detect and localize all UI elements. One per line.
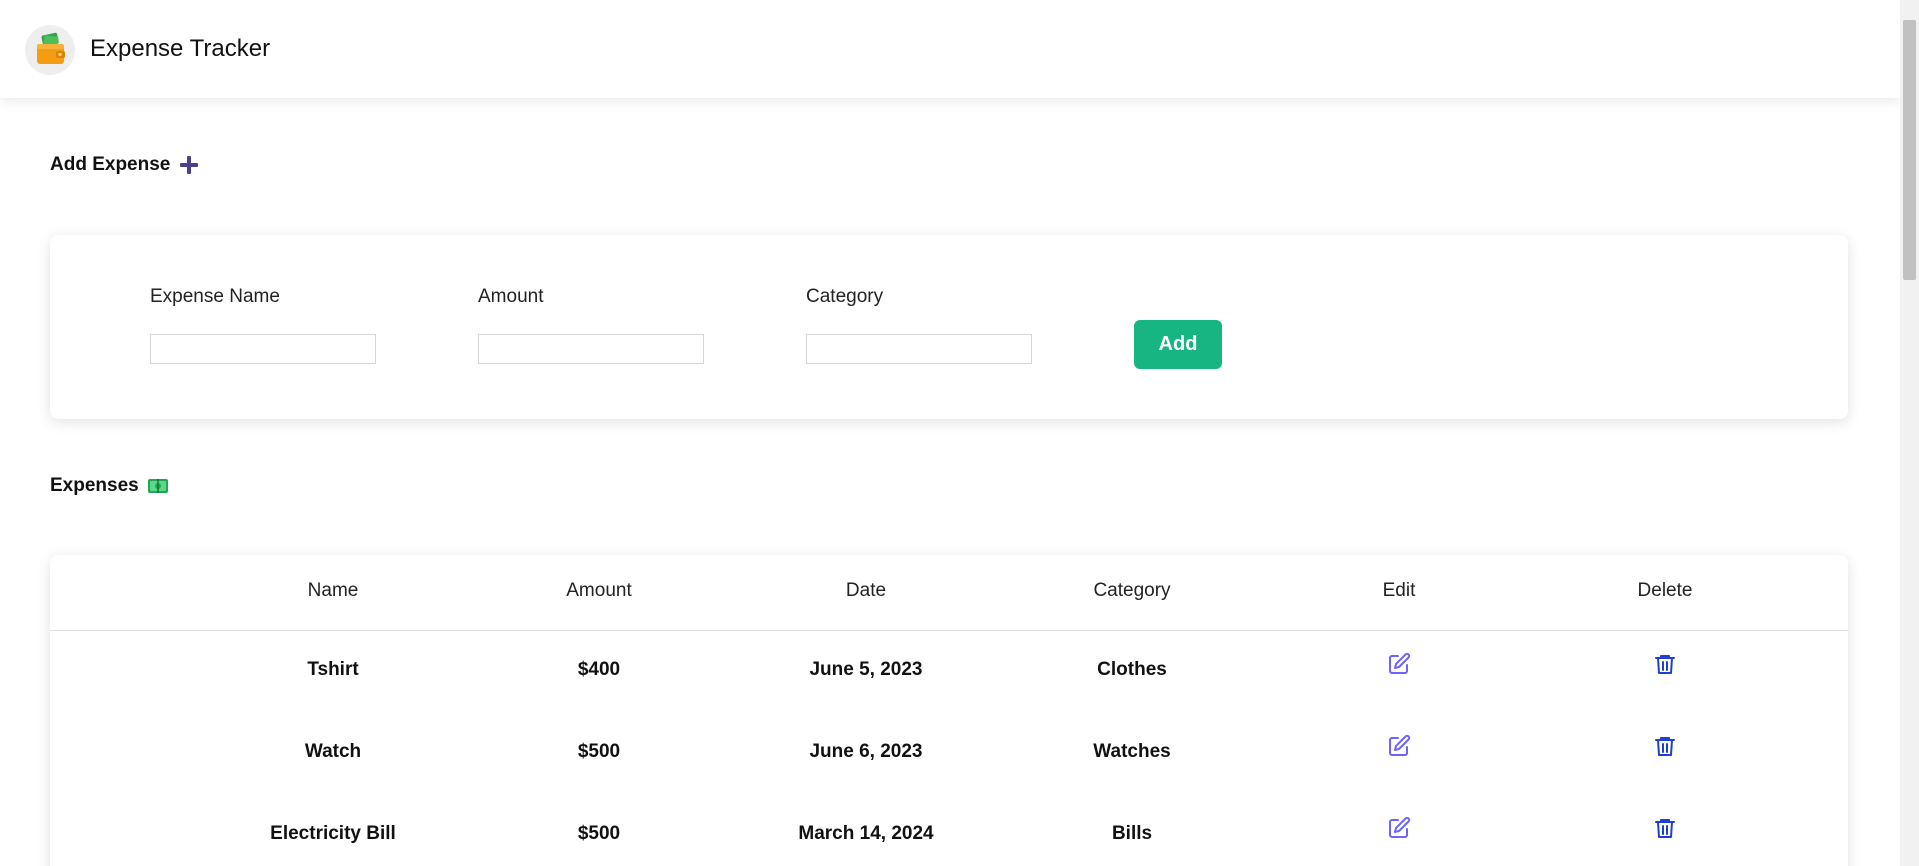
edit-cell [1266,650,1532,678]
column-header-date: Date [845,580,887,601]
expense-amount-cell: $500 [577,741,621,762]
page-scrollbar[interactable] [1900,0,1919,866]
edit-button[interactable] [1385,732,1413,760]
expense-name-cell: Tshirt [307,659,359,680]
expense-name-input[interactable] [150,334,376,364]
table-row: Watch $500 June 6, 2023 Watches [50,713,1848,795]
page: Expense Tracker Add Expense Expense Name… [0,0,1919,866]
trash-icon [1655,737,1675,756]
expenses-heading: Expenses [50,474,169,498]
expense-amount-cell: $400 [577,659,621,680]
column-header-name: Name [307,580,359,601]
edit-cell [1266,814,1532,842]
trash-icon [1655,819,1675,838]
expense-date-cell: June 5, 2023 [809,659,923,680]
column-header-edit: Edit [1382,580,1416,601]
app-title: Expense Tracker [90,35,271,62]
table-row: Electricity Bill $500 March 14, 2024 Bil… [50,795,1848,866]
expense-date-cell: March 14, 2024 [798,823,934,844]
expense-name-cell: Electricity Bill [270,823,396,844]
edit-icon [1389,652,1411,674]
plus-icon[interactable] [178,154,200,176]
expense-category-cell: Bills [1111,823,1153,844]
add-button[interactable]: Add [1134,320,1222,369]
column-header-category: Category [1093,580,1171,601]
edit-cell [1266,732,1532,760]
edit-button[interactable] [1385,650,1413,678]
edit-icon [1389,734,1411,756]
amount-label: Amount [478,286,544,307]
add-expense-form: Expense Name Amount Category Add [50,235,1848,419]
edit-button[interactable] [1385,814,1413,842]
delete-button[interactable] [1651,650,1679,678]
category-label: Category [806,286,884,307]
expense-date-cell: June 6, 2023 [809,741,923,762]
table-row: Tshirt $400 June 5, 2023 Clothes [50,631,1848,713]
category-input[interactable] [806,334,1032,364]
expense-category-cell: Watches [1093,741,1171,762]
expenses-table: Name Amount Date Category Edit Delete Ts… [50,555,1848,866]
expense-category-cell: Clothes [1097,659,1167,680]
wallet-with-money-icon [25,25,75,75]
delete-cell [1532,732,1798,760]
trash-icon [1655,655,1675,674]
cash-icon [147,479,168,493]
expenses-title: Expenses [50,475,139,496]
add-expense-title: Add Expense [50,154,171,175]
amount-input[interactable] [478,334,704,364]
column-header-delete: Delete [1637,580,1693,601]
delete-cell [1532,814,1798,842]
app-header: Expense Tracker [0,0,1900,98]
add-expense-heading: Add Expense [50,153,200,177]
expense-name-cell: Watch [304,741,362,762]
delete-cell [1532,650,1798,678]
expense-amount-cell: $500 [577,823,621,844]
expense-name-label: Expense Name [150,286,280,307]
edit-icon [1389,816,1411,838]
delete-button[interactable] [1651,814,1679,842]
scrollbar-thumb[interactable] [1903,20,1916,280]
delete-button[interactable] [1651,732,1679,760]
column-header-amount: Amount [566,580,632,601]
table-header: Name Amount Date Category Edit Delete [50,555,1848,631]
